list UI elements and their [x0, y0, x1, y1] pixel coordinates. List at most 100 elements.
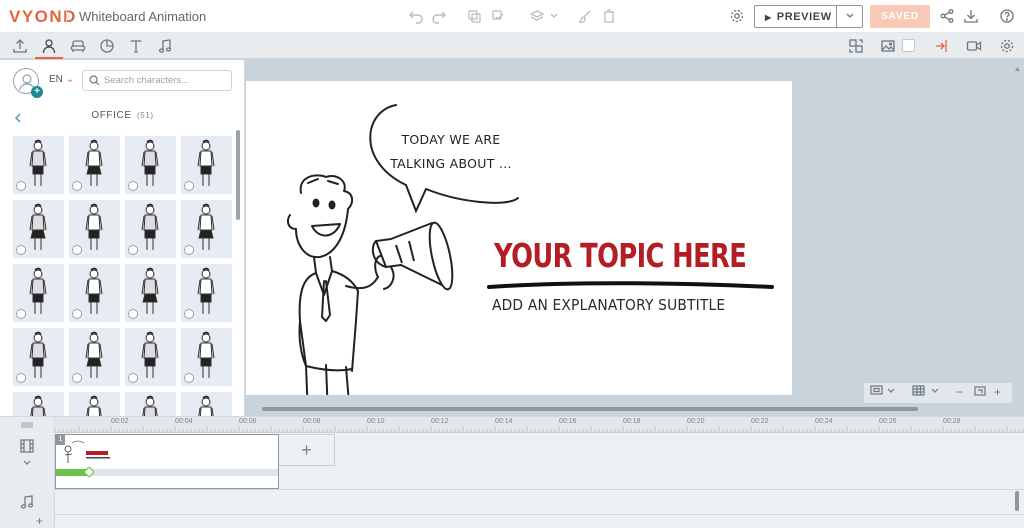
scene-track-header: [0, 434, 55, 489]
preview-options-dropdown[interactable]: [836, 6, 863, 27]
timeline-scrollbar[interactable]: [1015, 491, 1019, 511]
character-tile[interactable]: [181, 328, 232, 386]
character-tile[interactable]: [181, 136, 232, 194]
character-tile[interactable]: [125, 136, 176, 194]
saved-button[interactable]: SAVED: [870, 5, 930, 28]
zoom-icon[interactable]: [128, 181, 138, 191]
search-input[interactable]: [104, 73, 228, 88]
camera-icon[interactable]: [966, 38, 982, 54]
character-tile[interactable]: [69, 328, 120, 386]
chevron-down-icon[interactable]: [930, 385, 940, 400]
swap-icon[interactable]: [848, 38, 864, 54]
chevron-down-icon[interactable]: [546, 8, 558, 24]
settings-icon[interactable]: [729, 8, 745, 24]
fit-screen-icon[interactable]: [974, 385, 986, 400]
background-color-swatch[interactable]: [902, 39, 915, 52]
paste-icon[interactable]: [490, 8, 506, 24]
category-name: OFFICE: [91, 110, 132, 121]
character-tile[interactable]: [181, 200, 232, 258]
zoom-icon[interactable]: [128, 373, 138, 383]
topic-subtitle[interactable]: ADD AN EXPLANATORY SUBTITLE: [492, 296, 725, 314]
character-tile[interactable]: [13, 264, 64, 322]
zoom-icon[interactable]: [128, 309, 138, 319]
bubble-line-1[interactable]: TODAY WE ARE: [386, 128, 516, 152]
zoom-icon[interactable]: [184, 373, 194, 383]
character-tile[interactable]: [69, 264, 120, 322]
exit-icon[interactable]: [934, 38, 950, 54]
chevron-down-icon: [846, 13, 854, 18]
add-track-button[interactable]: +: [36, 514, 43, 528]
character-tile[interactable]: [13, 328, 64, 386]
preview-button[interactable]: ▶ PREVIEW: [754, 5, 863, 28]
film-icon: [20, 439, 34, 453]
image-icon[interactable]: [880, 38, 896, 54]
library-toolbar: [0, 33, 1024, 59]
bubble-line-2[interactable]: TALKING ABOUT ...: [386, 152, 516, 176]
chevron-down-icon[interactable]: [886, 385, 896, 400]
redo-icon[interactable]: [431, 8, 447, 24]
layers-icon[interactable]: [529, 8, 545, 24]
character-figure: [142, 395, 158, 416]
help-icon[interactable]: [999, 8, 1015, 24]
language-value: EN: [49, 74, 63, 85]
undo-icon[interactable]: [408, 8, 424, 24]
grid-icon[interactable]: [912, 385, 926, 400]
zoom-icon[interactable]: [72, 309, 82, 319]
character-tile[interactable]: [13, 136, 64, 194]
brush-icon[interactable]: [577, 8, 593, 24]
tab-audio[interactable]: [151, 36, 179, 59]
share-icon[interactable]: [939, 8, 955, 24]
zoom-icon[interactable]: [16, 181, 26, 191]
audio-track[interactable]: [55, 489, 1024, 515]
character-tile[interactable]: [69, 392, 120, 416]
tab-charts[interactable]: [93, 36, 121, 59]
character-tile[interactable]: [181, 392, 232, 416]
canvas-stage[interactable]: TODAY WE ARE TALKING ABOUT ... YOUR TOPI…: [246, 81, 792, 395]
stage-horizontal-scrollbar[interactable]: [262, 407, 918, 411]
zoom-icon[interactable]: [72, 181, 82, 191]
zoom-icon[interactable]: [184, 245, 194, 255]
character-tile[interactable]: [13, 392, 64, 416]
stage-vertical-scrollbar[interactable]: [1015, 62, 1020, 412]
character-tile[interactable]: [125, 264, 176, 322]
gear-icon[interactable]: [999, 38, 1015, 54]
zoom-icon[interactable]: [16, 309, 26, 319]
copy-icon[interactable]: [466, 8, 482, 24]
zoom-icon[interactable]: [16, 245, 26, 255]
preview-label[interactable]: ▶ PREVIEW: [765, 11, 832, 23]
character-tile[interactable]: [125, 392, 176, 416]
zoom-in-button[interactable]: +: [994, 385, 1001, 399]
tab-props[interactable]: [64, 36, 92, 59]
zoom-icon[interactable]: [16, 373, 26, 383]
character-tile[interactable]: [125, 328, 176, 386]
character-tile[interactable]: [69, 136, 120, 194]
tab-characters[interactable]: [35, 36, 63, 59]
trash-icon[interactable]: [601, 8, 617, 24]
character-search[interactable]: [82, 70, 232, 91]
scene-progress-bar[interactable]: [56, 467, 278, 477]
zoom-icon[interactable]: [184, 309, 194, 319]
character-tile[interactable]: [13, 200, 64, 258]
tab-text[interactable]: [122, 36, 150, 59]
document-title[interactable]: Whiteboard Animation: [79, 9, 206, 24]
zoom-icon[interactable]: [72, 245, 82, 255]
character-tile[interactable]: [181, 264, 232, 322]
character-tile[interactable]: [69, 200, 120, 258]
language-select[interactable]: EN ⌄: [49, 74, 74, 85]
download-icon[interactable]: [963, 8, 979, 24]
zoom-icon[interactable]: [72, 373, 82, 383]
create-character-button[interactable]: +: [13, 68, 43, 98]
timeline-ruler[interactable]: 00:02 00:04 00:06 00:08 00:10 00:12 00:14 00:16…: [55, 417, 1024, 433]
screen-icon[interactable]: [870, 385, 886, 400]
panel-scrollbar[interactable]: [236, 130, 240, 220]
add-scene-button[interactable]: +: [279, 434, 335, 466]
zoom-out-button[interactable]: −: [956, 385, 963, 399]
zoom-icon[interactable]: [184, 181, 194, 191]
tab-upload[interactable]: [6, 36, 34, 59]
scene-1-thumbnail[interactable]: 1: [55, 434, 279, 489]
zoom-icon[interactable]: [128, 245, 138, 255]
upload-icon: [13, 39, 27, 53]
topic-title[interactable]: YOUR TOPIC HERE: [494, 236, 747, 275]
character-tile[interactable]: [125, 200, 176, 258]
playhead-diamond-icon[interactable]: [84, 467, 95, 477]
